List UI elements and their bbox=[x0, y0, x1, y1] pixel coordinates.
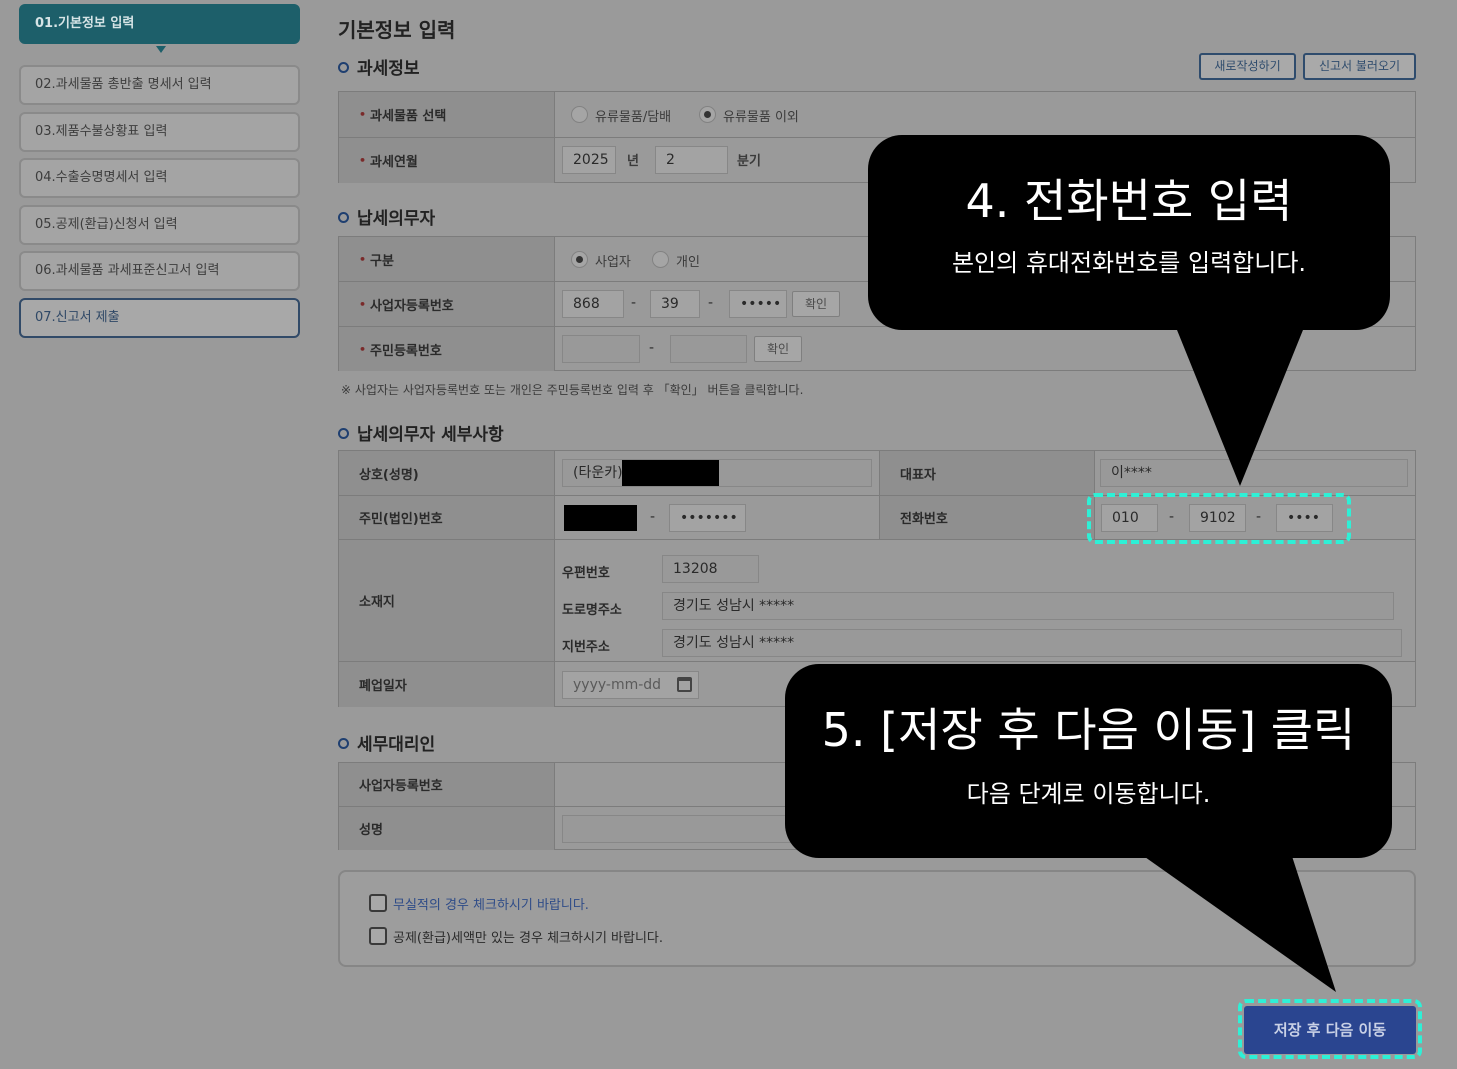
callout-phone-desc: 본인의 휴대전화번호를 입력합니다. bbox=[951, 249, 1307, 277]
callout-4-tail bbox=[1175, 325, 1305, 486]
callout-save: 5. [저장 후 다음 이동] 클릭 다음 단계로 이동합니다. bbox=[785, 664, 1392, 858]
callout-phone: 4. 전화번호 입력 본인의 휴대전화번호를 입력합니다. bbox=[868, 135, 1390, 330]
callout-phone-title: 4. 전화번호 입력 bbox=[965, 174, 1293, 228]
callout-save-desc: 다음 단계로 이동합니다. bbox=[966, 780, 1211, 808]
callout-5-tail bbox=[1135, 850, 1336, 992]
callout-save-title: 5. [저장 후 다음 이동] 클릭 bbox=[821, 703, 1356, 757]
